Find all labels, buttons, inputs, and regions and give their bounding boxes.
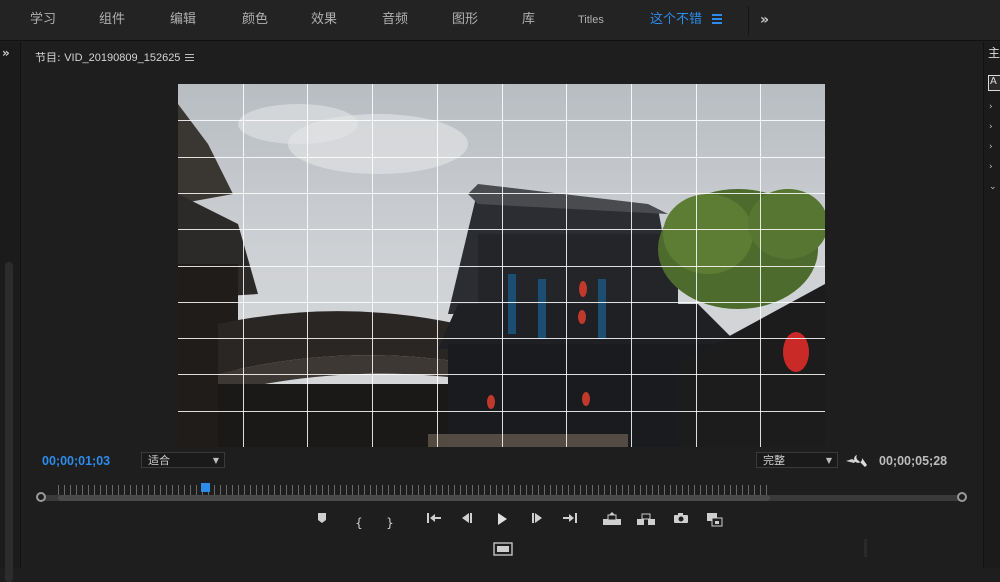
workspace-editing[interactable]: 编辑 xyxy=(170,0,196,40)
zoom-end-handle[interactable] xyxy=(957,492,967,502)
workspace-menu-icon[interactable] xyxy=(712,12,724,26)
play-icon xyxy=(498,513,507,525)
mark-in-button[interactable]: { xyxy=(347,512,371,534)
expand-panel-icon[interactable]: » xyxy=(2,46,10,60)
marker-icon xyxy=(318,513,326,523)
workspace-titles[interactable]: Titles xyxy=(578,0,604,40)
right-panel-title[interactable]: 主 xyxy=(988,44,1000,60)
workspace-effects[interactable]: 效果 xyxy=(311,0,337,40)
left-panel-strip: » xyxy=(0,42,21,582)
safe-margins-button[interactable] xyxy=(491,540,515,558)
chevron-right-icon[interactable]: › xyxy=(989,122,993,132)
export-frame-button[interactable] xyxy=(669,512,693,534)
workspace-bar: 学习 组件 编辑 颜色 效果 音频 图形 库 Titles 这个不错 » xyxy=(0,0,1000,41)
ruler-ticks xyxy=(58,485,770,495)
chevron-down-icon: ▼ xyxy=(825,456,832,465)
right-panel-strip: 主 A › › › › ⌄ xyxy=(983,42,1000,568)
workspace-learn[interactable]: 学习 xyxy=(30,0,56,40)
duration-timecode: 00;00;05;28 xyxy=(879,454,948,468)
more-workspaces-icon[interactable]: » xyxy=(760,0,769,40)
left-scrollbar[interactable] xyxy=(5,262,13,582)
extract-icon xyxy=(637,513,655,525)
panel-title-prefix: 节目: xyxy=(35,51,65,64)
lift-button[interactable] xyxy=(600,512,624,534)
add-marker-button[interactable] xyxy=(310,512,334,534)
step-forward-icon xyxy=(532,513,542,523)
workspace-color[interactable]: 颜色 xyxy=(242,0,268,40)
video-still-image xyxy=(178,84,825,447)
panel-resize-grip[interactable] xyxy=(864,539,867,557)
workspace-assembly[interactable]: 组件 xyxy=(99,0,125,40)
camera-icon xyxy=(674,513,688,523)
right-panel-tab[interactable]: A xyxy=(988,75,1000,91)
compare-icon xyxy=(707,513,723,527)
lift-icon xyxy=(603,512,621,525)
workspace-graphics[interactable]: 图形 xyxy=(452,0,478,40)
current-timecode[interactable]: 00;00;01;03 xyxy=(42,454,110,468)
program-monitor-panel: 节目: VID_20190809_152625 00;00;01;03 适合 ▼… xyxy=(21,42,981,568)
chevron-right-icon[interactable]: › xyxy=(989,102,993,112)
chevron-right-icon[interactable]: › xyxy=(989,142,993,152)
safe-margins-icon xyxy=(493,542,513,556)
settings-wrench-icon[interactable] xyxy=(845,450,869,470)
chevron-down-icon: ▼ xyxy=(212,456,219,465)
step-back-button[interactable] xyxy=(455,512,479,534)
zoom-start-handle[interactable] xyxy=(36,492,46,502)
resolution-value: 完整 xyxy=(763,454,785,467)
panel-title[interactable]: 节目: VID_20190809_152625 xyxy=(35,49,180,65)
workspace-custom-active[interactable]: 这个不错 xyxy=(650,0,702,40)
mark-out-button[interactable]: } xyxy=(378,512,402,534)
go-to-in-button[interactable] xyxy=(422,512,446,534)
compare-view-button[interactable] xyxy=(703,512,727,534)
playback-resolution-select[interactable]: 完整 ▼ xyxy=(756,452,838,468)
workspace-audio[interactable]: 音频 xyxy=(382,0,408,40)
step-forward-button[interactable] xyxy=(525,512,549,534)
go-to-out-icon xyxy=(563,513,577,523)
step-back-icon xyxy=(462,513,472,523)
time-ruler[interactable] xyxy=(36,483,967,505)
chevron-down-icon[interactable]: ⌄ xyxy=(989,182,997,192)
sequence-name: VID_20190809_152625 xyxy=(64,52,181,64)
zoom-scrollbar-thumb[interactable] xyxy=(58,495,770,501)
go-to-in-icon xyxy=(427,513,441,523)
play-button[interactable] xyxy=(490,512,514,534)
playhead[interactable] xyxy=(200,483,210,492)
program-video-frame[interactable] xyxy=(178,84,825,447)
chevron-right-icon[interactable]: › xyxy=(989,162,993,172)
panel-menu-icon[interactable] xyxy=(185,54,194,62)
fit-zoom-value: 适合 xyxy=(148,454,170,467)
fit-zoom-select[interactable]: 适合 ▼ xyxy=(141,452,225,468)
divider xyxy=(748,6,749,36)
go-to-out-button[interactable] xyxy=(558,512,582,534)
workspace-libraries[interactable]: 库 xyxy=(522,0,535,40)
extract-button[interactable] xyxy=(634,512,658,534)
